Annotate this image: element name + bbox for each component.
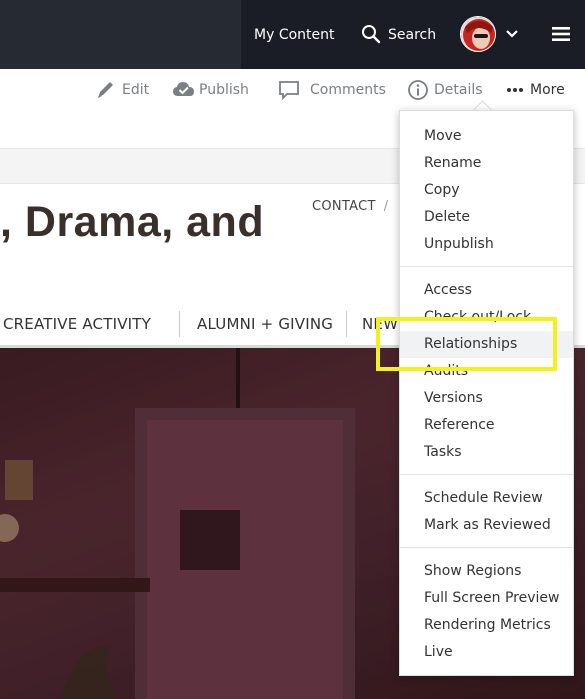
menu-item-show-regions[interactable]: Show Regions [400, 558, 573, 585]
menu-item-rename[interactable]: Rename [400, 150, 573, 177]
nav-item-alumni-giving[interactable]: ALUMNI + GIVING [197, 315, 333, 333]
menu-item-copy[interactable]: Copy [400, 177, 573, 204]
more-button[interactable]: More [505, 79, 567, 101]
details-button[interactable]: Details [407, 79, 483, 101]
menu-item-versions[interactable]: Versions [400, 385, 573, 412]
comments-label: Comments [310, 82, 386, 98]
menu-divider [400, 266, 573, 267]
menu-item-reference[interactable]: Reference [400, 412, 573, 439]
menu-item-live[interactable]: Live [400, 639, 573, 666]
menu-divider [400, 474, 573, 475]
page-headline: , Drama, and [0, 198, 265, 246]
menu-item-full-screen-preview[interactable]: Full Screen Preview [400, 585, 573, 612]
cloud-check-icon [173, 82, 194, 96]
menu-item-mark-as-reviewed[interactable]: Mark as Reviewed [400, 512, 573, 539]
search-link[interactable]: Search [388, 25, 436, 45]
menu-item-delete[interactable]: Delete [400, 204, 573, 231]
avatar-image [461, 17, 495, 51]
more-label: More [530, 82, 565, 98]
more-dropdown-menu: Move Rename Copy Delete Unpublish Access… [399, 110, 574, 676]
search-icon[interactable] [361, 24, 381, 44]
menu-item-tasks[interactable]: Tasks [400, 439, 573, 466]
utility-separator: / [383, 199, 389, 214]
menu-item-schedule-review[interactable]: Schedule Review [400, 485, 573, 512]
nav-divider [179, 311, 180, 337]
contact-link[interactable]: CONTACT [312, 199, 376, 214]
utility-nav: CONTACT / [312, 199, 388, 214]
avatar[interactable] [460, 16, 496, 52]
comments-button[interactable]: Comments [278, 79, 386, 101]
edit-label: Edit [122, 82, 150, 98]
menu-item-move[interactable]: Move [400, 123, 573, 150]
nav-item-creative-activity[interactable]: CREATIVE ACTIVITY [3, 315, 151, 333]
menu-item-unpublish[interactable]: Unpublish [400, 231, 573, 258]
chevron-down-icon[interactable] [505, 29, 519, 39]
edit-button[interactable]: Edit [96, 79, 156, 101]
my-content-link[interactable]: My Content [254, 25, 335, 45]
top-bar: My Content Search [0, 0, 585, 69]
info-icon [408, 80, 428, 100]
pencil-icon [98, 82, 113, 98]
details-label: Details [434, 82, 483, 98]
asset-toolbar: Edit Publish Comments Details More [0, 69, 585, 111]
top-bar-right: My Content Search [241, 0, 585, 69]
publish-label: Publish [199, 82, 249, 98]
menu-divider [400, 547, 573, 548]
menu-item-rendering-metrics[interactable]: Rendering Metrics [400, 612, 573, 639]
menu-item-access[interactable]: Access [400, 277, 573, 304]
nav-divider [346, 311, 347, 337]
more-dots-icon [507, 88, 523, 92]
comment-icon [279, 81, 299, 101]
hamburger-menu-icon[interactable] [551, 26, 571, 42]
highlight-box [376, 317, 557, 371]
publish-button[interactable]: Publish [172, 79, 252, 101]
